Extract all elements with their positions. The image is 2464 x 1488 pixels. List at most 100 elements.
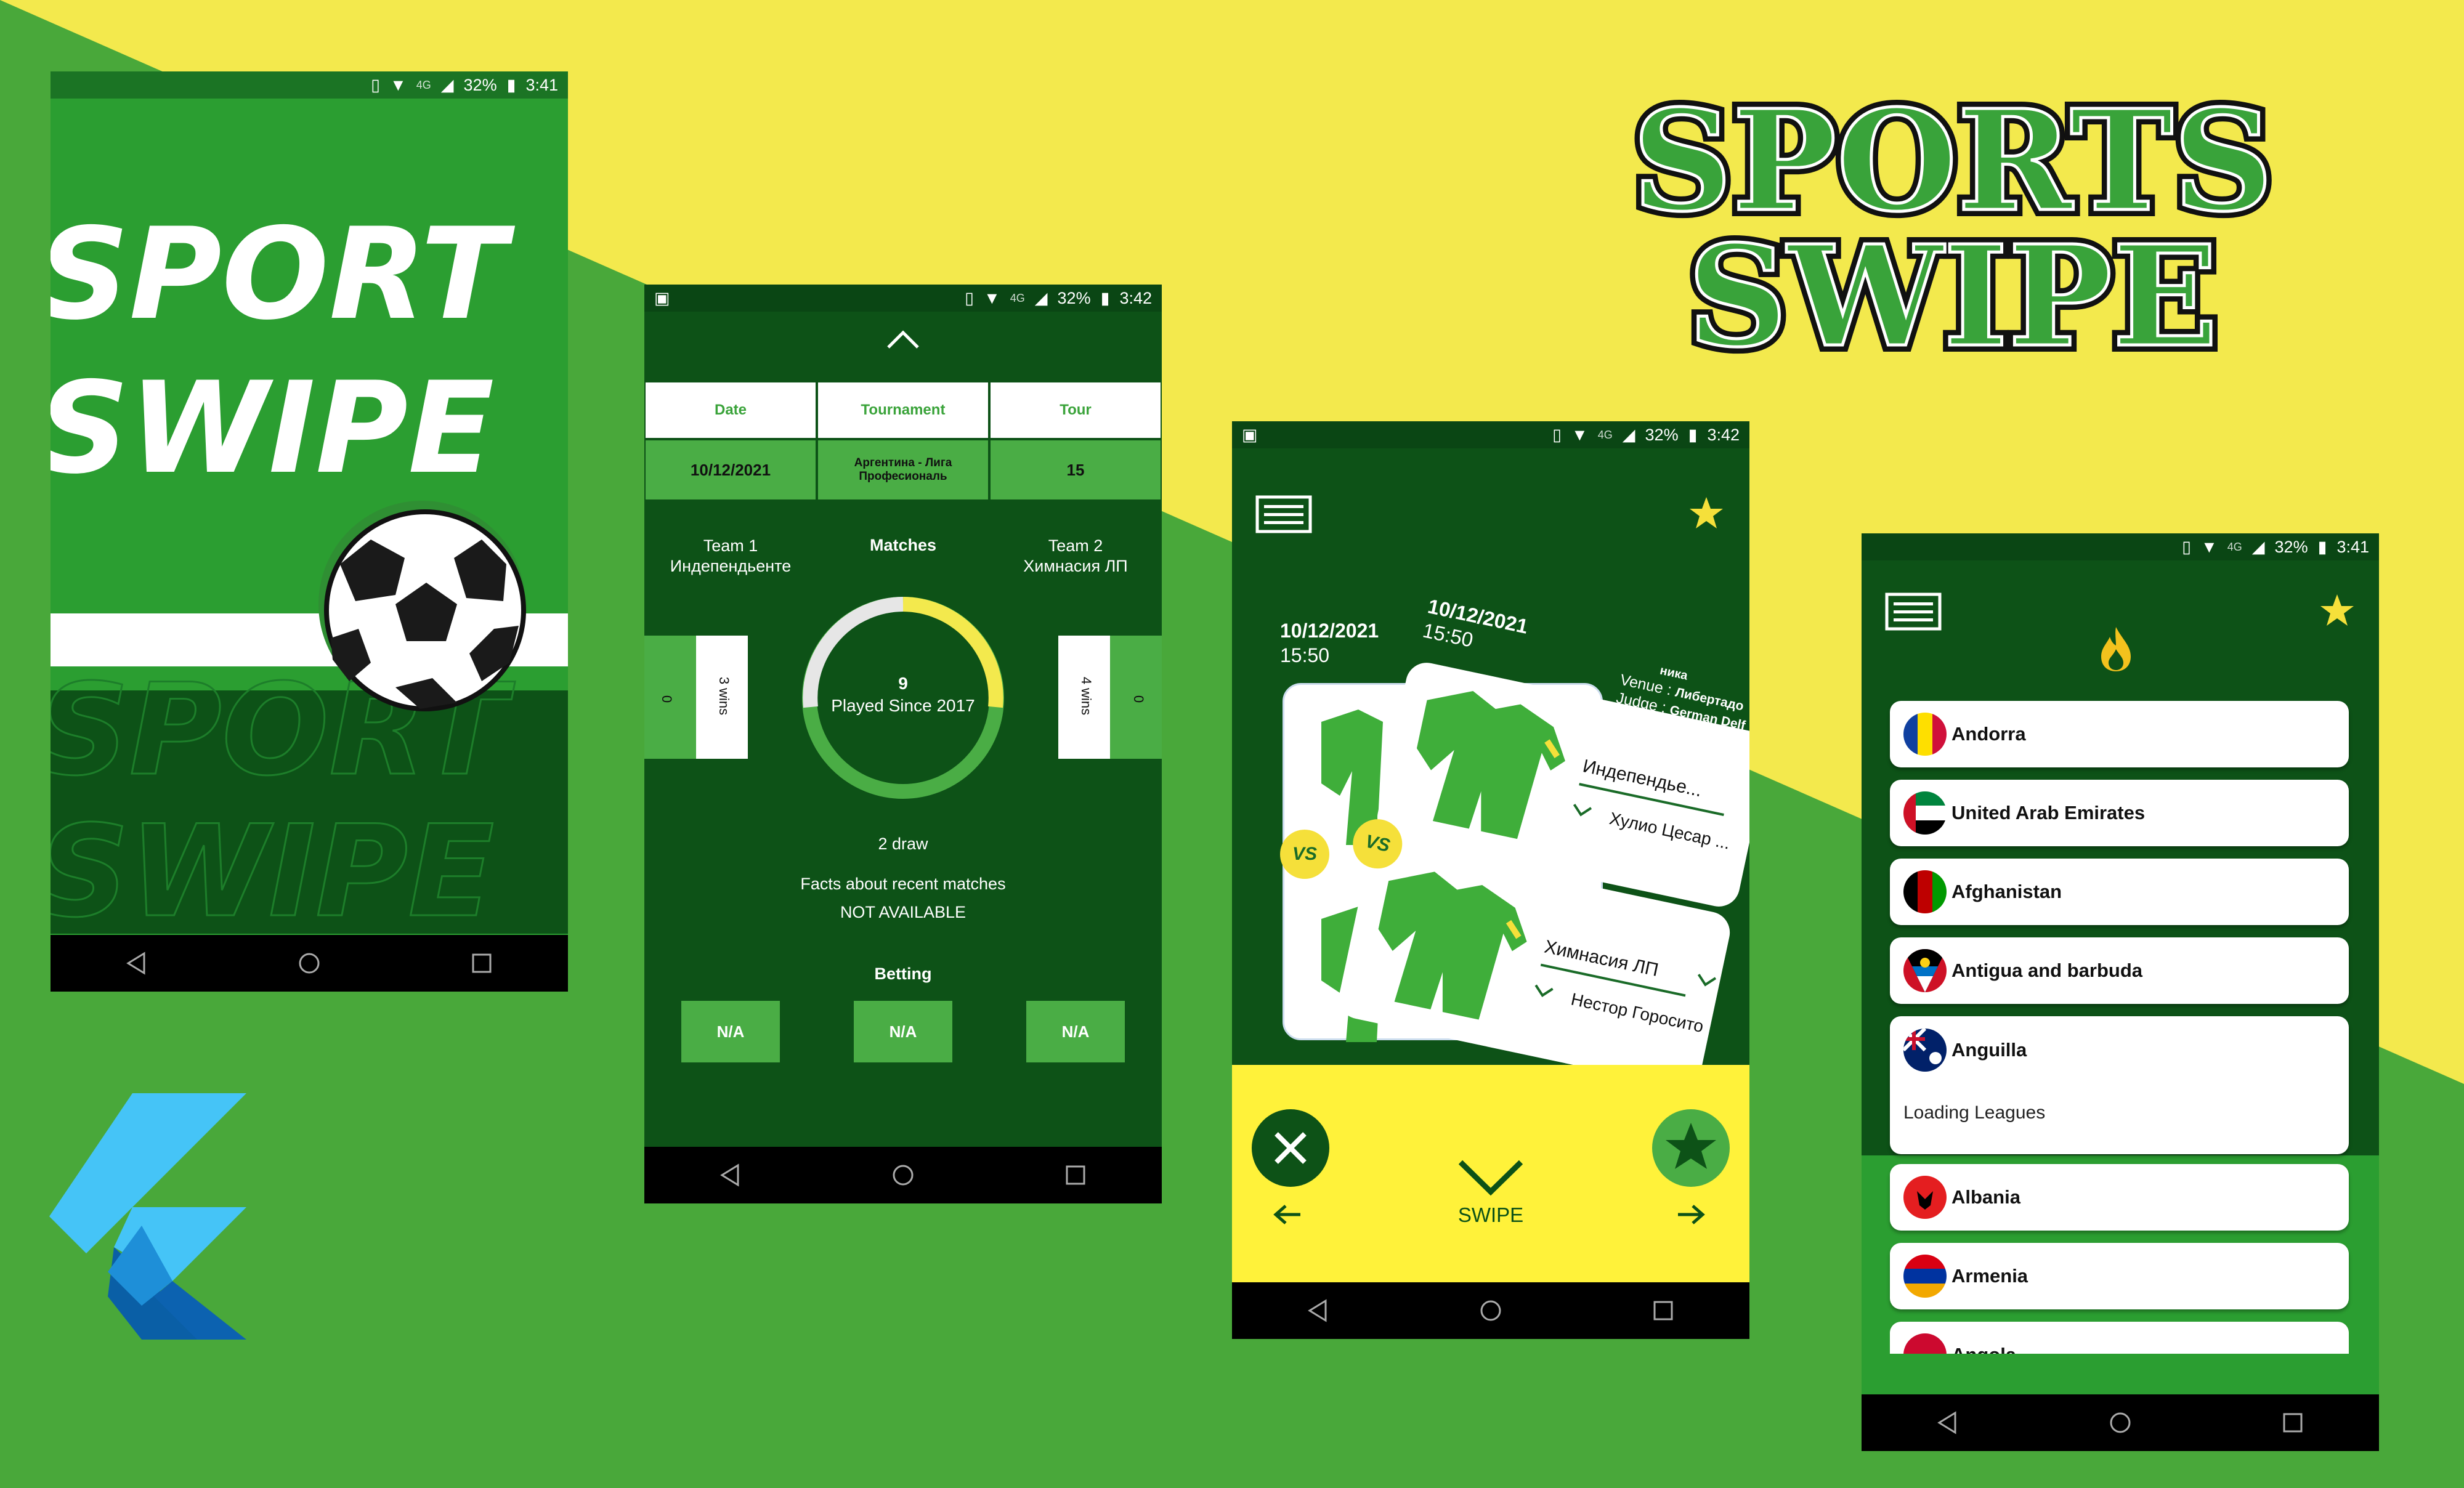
team1-wins-bar: 3 wins [696,636,748,759]
home-nav-icon[interactable] [1478,1298,1503,1323]
swipe-label: SWIPE [1457,1203,1524,1226]
antigua-flag-icon [1903,949,1947,992]
betting-label: Betting [874,964,932,983]
recents-nav-icon[interactable] [1063,1163,1088,1187]
tour-header: Tour [991,382,1161,438]
image-notification-icon: ▣ [1242,425,1258,444]
uae-flag-icon [1903,791,1947,835]
front-match-card[interactable]: 10/12/2021 15:50 ника Venue : Либертадо … [1296,594,1749,1091]
chevron-down-icon[interactable] [1457,1157,1525,1197]
close-icon [1275,1132,1307,1164]
team2-name: Химнасия ЛП [1023,557,1128,575]
battery-label: 32% [2274,537,2308,556]
reject-button[interactable] [1252,1109,1329,1187]
country-label: Anguilla [1951,1039,2027,1061]
team2-jersey-icon [1378,871,1527,1020]
country-label: Afghanistan [1951,881,2062,902]
home-nav-icon[interactable] [2108,1410,2133,1435]
team2-wins-bar: 4 wins [1058,636,1110,759]
team1-title: Индепендье... [1581,756,1704,801]
star-icon[interactable] [2319,592,2356,629]
country-label: Armenia [1951,1265,2028,1287]
app-title: SPORTS SPORTS SWIPE SWIPE [1626,74,2280,363]
country-item-andorra[interactable]: Andorra [1890,701,2349,767]
back-nav-icon[interactable] [1935,1410,1960,1435]
country-item-antigua[interactable]: Antigua and barbuda [1890,937,2349,1004]
favorite-button[interactable] [1652,1109,1730,1187]
team1-jersey-icon [1416,690,1565,839]
armenia-flag-icon [1903,1255,1947,1298]
draws: 2 draw [878,835,928,853]
home-nav-icon[interactable] [297,951,322,976]
back-nav-icon[interactable] [718,1163,743,1187]
afghanistan-flag-icon [1903,870,1947,913]
country-item-armenia[interactable]: Armenia [1890,1243,2349,1309]
country-item-albania[interactable]: Albania [1890,1164,2349,1231]
battery-icon: ▮ [1100,288,1110,307]
team1-label: Team 1 [703,536,758,555]
chevron-up-icon[interactable] [885,328,922,352]
recents-nav-icon[interactable] [1651,1298,1676,1323]
country-item-afghanistan[interactable]: Afghanistan [1890,859,2349,925]
vibrate-icon: ▯ [965,288,975,307]
navigation-bar [1232,1282,1749,1339]
swipe-screen: ▣ ▯ ▼ 4G ◢ 32% ▮ 3:42 10/12/2021 15:50 1… [1232,421,1749,1339]
team2-score: 0 [1131,695,1147,703]
time-label: 3:42 [1119,288,1152,307]
battery-icon: ▮ [2317,537,2327,556]
team2-wins: 4 wins [1079,676,1094,716]
country-item-uae[interactable]: United Arab Emirates [1890,780,2349,846]
battery-label: 32% [1057,288,1091,307]
played-since: Played Since 2017 [831,696,975,715]
navigation-bar [51,935,568,992]
splash-screen: ▯ ▼ 4G ◢ 32% ▮ 3:41 SPORT SWIPE SPORT SW… [51,71,568,992]
tournament-value: Аргентина - Лига Професиональ [818,440,988,499]
signal-icon: ◢ [2251,537,2265,556]
navigation-bar [644,1147,1162,1203]
betting-button-2[interactable]: N/A [854,1001,952,1062]
match-info-table: Date Tournament Tour 10/12/2021 Аргентин… [644,381,1162,502]
wifi-icon: ▼ [1571,425,1588,444]
network-label: 4G [2227,540,2242,553]
loading-leagues-label: Loading Leagues [1903,1102,2046,1123]
battery-icon: ▮ [1688,425,1698,444]
splash-bg-word-2: SWIPE [51,799,494,934]
betting-button-1[interactable]: N/A [681,1001,780,1062]
betting-button-3[interactable]: N/A [1026,1001,1125,1062]
back-nav-icon[interactable] [1306,1298,1331,1323]
country-item-anguilla[interactable]: Anguilla Loading Leagues [1890,1016,2349,1154]
front-card-header: 10/12/2021 15:50 [1420,594,1530,663]
status-bar: ▣ ▯ ▼ 4G ◢ 32% ▮ 3:42 [644,285,1162,312]
country-item-angola[interactable]: Angola [1890,1322,2349,1354]
team1-name: Индепендьенте [670,557,792,575]
anguilla-flag-icon [1903,1029,1947,1072]
wifi-icon: ▼ [984,288,1000,307]
matches-count: 9 [898,674,908,693]
back-nav-icon[interactable] [124,951,149,976]
arrow-right-icon[interactable] [1676,1203,1706,1226]
title-line-2: SWIPE [1687,216,2218,363]
chevron-down-icon[interactable] [1694,971,1719,990]
chevron-down-icon[interactable] [1531,982,1555,1001]
network-label: 4G [1010,291,1025,304]
swipe-actions: SWIPE [1232,1065,1749,1282]
menu-icon[interactable] [1255,495,1312,533]
status-bar: ▣ ▯ ▼ 4G ◢ 32% ▮ 3:42 [1232,421,1749,448]
team1-block: Team 1 Индепендьенте [644,536,817,576]
tour-value: 15 [991,440,1161,499]
time-label: 3:42 [1707,425,1740,444]
network-label: 4G [1597,428,1613,441]
team2-score-bar: 0 [1110,636,1162,759]
team1-score: 0 [659,695,675,703]
recents-nav-icon[interactable] [2280,1410,2305,1435]
recents-nav-icon[interactable] [469,951,494,976]
team2-label: Team 2 [1048,536,1103,555]
country-item-angola-clip: Angola [1890,1322,2349,1354]
chevron-down-icon[interactable] [1570,801,1594,820]
menu-icon[interactable] [1885,592,1942,631]
team1-wins: 3 wins [716,676,732,716]
facts-value: NOT AVAILABLE [840,903,967,921]
home-nav-icon[interactable] [891,1163,915,1187]
image-notification-icon: ▣ [654,288,670,307]
star-icon[interactable] [1688,495,1725,532]
